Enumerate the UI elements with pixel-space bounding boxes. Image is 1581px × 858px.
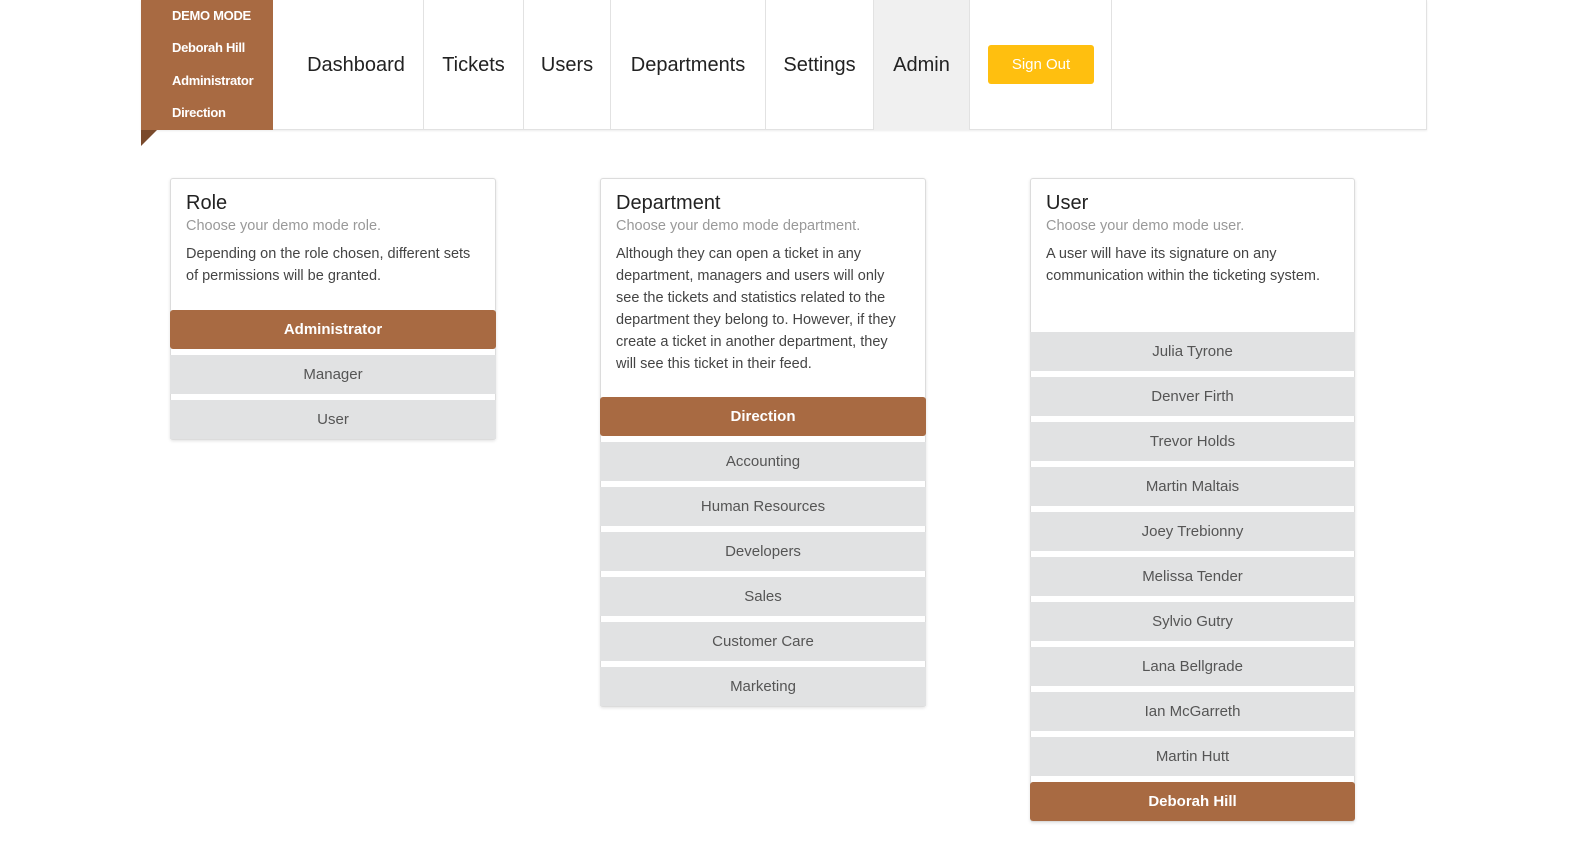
user-option-martin-maltais[interactable]: Martin Maltais [1030, 467, 1355, 506]
department-option-accounting[interactable]: Accounting [600, 442, 926, 481]
demo-role-label: Administrator [172, 72, 254, 88]
nav-dashboard[interactable]: Dashboard [289, 0, 424, 130]
department-card-subtitle: Choose your demo mode department. [616, 218, 861, 234]
demo-badge-ribbon-fold [141, 130, 157, 146]
role-card-title: Role [186, 192, 228, 214]
user-option-denver-firth[interactable]: Denver Firth [1030, 377, 1355, 416]
user-card: User Choose your demo mode user. A user … [1030, 178, 1355, 822]
user-option-sylvio-gutry[interactable]: Sylvio Gutry [1030, 602, 1355, 641]
department-option-sales[interactable]: Sales [600, 577, 926, 616]
nav-users[interactable]: Users [524, 0, 611, 130]
department-card: Department Choose your demo mode departm… [600, 178, 926, 707]
role-card: Role Choose your demo mode role. Dependi… [170, 178, 496, 440]
nav-admin[interactable]: Admin [874, 0, 970, 130]
user-card-title: User [1046, 192, 1089, 214]
nav-tickets[interactable]: Tickets [424, 0, 524, 130]
role-card-description: Depending on the role chosen, different … [186, 246, 471, 284]
user-option-trevor-holds[interactable]: Trevor Holds [1030, 422, 1355, 461]
user-option-deborah-hill[interactable]: Deborah Hill [1030, 782, 1355, 821]
user-option-ian-mcgarreth[interactable]: Ian McGarreth [1030, 692, 1355, 731]
department-option-direction[interactable]: Direction [600, 397, 926, 436]
demo-mode-label: DEMO MODE [172, 8, 251, 23]
nav-settings[interactable]: Settings [766, 0, 874, 130]
user-option-julia-tyrone[interactable]: Julia Tyrone [1030, 332, 1355, 371]
department-option-marketing[interactable]: Marketing [600, 667, 926, 706]
department-option-human-resources[interactable]: Human Resources [600, 487, 926, 526]
user-option-lana-bellgrade[interactable]: Lana Bellgrade [1030, 647, 1355, 686]
nav-departments[interactable]: Departments [611, 0, 766, 130]
department-card-description: Although they can open a ticket in any d… [616, 246, 896, 372]
department-option-developers[interactable]: Developers [600, 532, 926, 571]
department-option-customer-care[interactable]: Customer Care [600, 622, 926, 661]
user-option-melissa-tender[interactable]: Melissa Tender [1030, 557, 1355, 596]
user-card-description: A user will have its signature on any co… [1046, 246, 1320, 284]
user-option-joey-trebionny[interactable]: Joey Trebionny [1030, 512, 1355, 551]
sign-out-button[interactable]: Sign Out [988, 45, 1094, 84]
demo-mode-badge: DEMO MODE Deborah Hill Administrator Dir… [141, 0, 273, 130]
role-option-user[interactable]: User [170, 400, 496, 439]
role-option-administrator[interactable]: Administrator [170, 310, 496, 349]
role-option-manager[interactable]: Manager [170, 355, 496, 394]
role-card-subtitle: Choose your demo mode role. [186, 218, 382, 234]
demo-department-label: Direction [172, 104, 226, 120]
department-card-title: Department [616, 192, 721, 214]
user-option-martin-hutt[interactable]: Martin Hutt [1030, 737, 1355, 776]
demo-user-label: Deborah Hill [172, 40, 245, 56]
user-card-subtitle: Choose your demo mode user. [1046, 218, 1245, 234]
